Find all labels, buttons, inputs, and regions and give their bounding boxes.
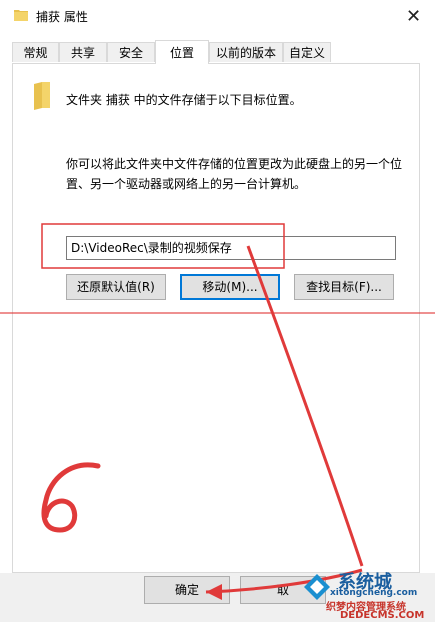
find-target-button[interactable]: 查找目标(F)... <box>294 274 394 300</box>
restore-default-button[interactable]: 还原默认值(R) <box>66 274 166 300</box>
location-info-text: 文件夹 捕获 中的文件存储于以下目标位置。 <box>66 93 302 107</box>
window-title: 捕获 属性 <box>36 10 88 24</box>
tab-location[interactable]: 位置 <box>155 40 209 64</box>
watermark-domain: DEDECMS.COM <box>340 610 425 621</box>
tab-general[interactable]: 常规 <box>12 42 59 62</box>
tab-panel <box>12 63 420 573</box>
close-button[interactable]: ✕ <box>392 0 435 32</box>
close-icon: ✕ <box>405 5 422 27</box>
title-bar: 捕获 属性 ✕ <box>0 0 435 32</box>
watermark: 系统城 xitongcheng.com 织梦内容管理系统 DEDECMS.COM <box>300 558 435 622</box>
location-description: 你可以将此文件夹中文件存储的位置更改为此硬盘上的另一个位置、另一个驱动器或网络上… <box>66 157 403 191</box>
folder-icon <box>34 82 50 110</box>
tab-previous-versions[interactable]: 以前的版本 <box>209 42 283 62</box>
tab-customize[interactable]: 自定义 <box>283 42 331 62</box>
move-button[interactable]: 移动(M)... <box>180 274 280 300</box>
tab-security[interactable]: 安全 <box>107 42 155 62</box>
path-field[interactable]: D:\VideoRec\录制的视频保存 <box>66 236 396 260</box>
tab-sharing[interactable]: 共享 <box>59 42 107 62</box>
watermark-url: xitongcheng.com <box>330 588 418 598</box>
folder-icon <box>14 10 28 21</box>
ok-button[interactable]: 确定 <box>144 576 230 604</box>
